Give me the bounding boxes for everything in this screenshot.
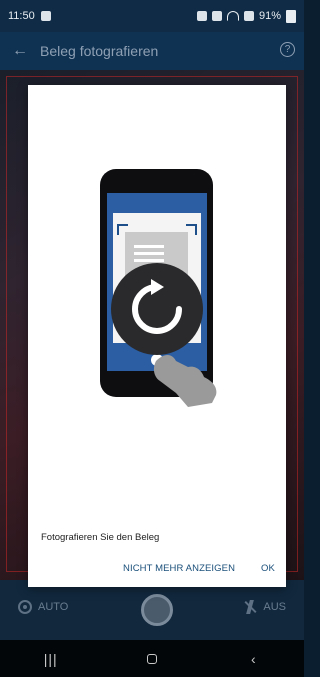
instruction-dialog: Fotografieren Sie den Beleg NICHT MEHR A…: [28, 85, 286, 587]
flash-toggle[interactable]: AUS: [243, 600, 286, 614]
back-button[interactable]: ‹: [238, 651, 268, 667]
home-icon: [146, 653, 157, 664]
battery-icon: [286, 9, 296, 23]
app-bar: ← Beleg fotografieren ?: [0, 32, 304, 70]
mute-icon: [211, 11, 222, 21]
home-button[interactable]: [137, 651, 167, 667]
gallery-notification-icon: [40, 11, 51, 21]
shutter-button[interactable]: [141, 594, 173, 626]
flash-off-icon: [243, 600, 257, 614]
recents-button[interactable]: |||: [36, 651, 66, 667]
question-icon[interactable]: ?: [280, 42, 295, 57]
signal-icon: [243, 11, 254, 21]
dialog-actions: NICHT MEHR ANZEIGEN OK: [28, 563, 286, 581]
auto-focus-toggle[interactable]: AUTO: [18, 600, 68, 614]
dont-show-again-button[interactable]: NICHT MEHR ANZEIGEN: [123, 563, 235, 574]
ok-button[interactable]: OK: [261, 563, 275, 574]
status-bar: 11:50 91%: [0, 0, 304, 32]
rotate-circle: [111, 263, 203, 355]
auto-label: AUTO: [38, 601, 69, 613]
navigation-bar: ||| ‹: [0, 640, 304, 677]
status-time: 11:50: [8, 10, 35, 22]
dialog-message: Fotografieren Sie den Beleg: [41, 532, 160, 543]
arrow-left-icon[interactable]: ←: [0, 42, 40, 60]
wifi-icon: [226, 11, 239, 21]
lock-icon: [196, 11, 207, 21]
status-right: 91%: [196, 9, 296, 23]
status-left: 11:50: [8, 10, 51, 22]
aperture-icon: [18, 600, 32, 614]
phone-illustration: [100, 169, 217, 407]
flash-label: AUS: [263, 601, 286, 613]
page-title: Beleg fotografieren: [40, 43, 159, 59]
camera-controls: AUTO AUS: [0, 580, 304, 640]
battery-percentage: 91%: [258, 10, 281, 22]
